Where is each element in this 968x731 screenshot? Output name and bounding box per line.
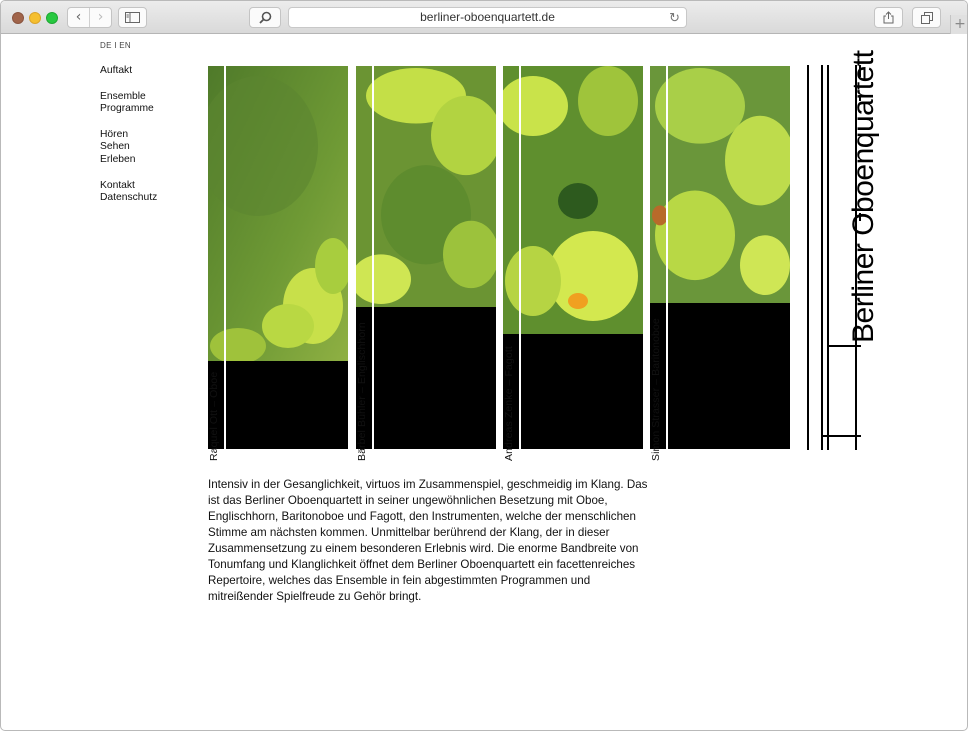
- white-stripe: [666, 66, 668, 449]
- nav-item-erleben[interactable]: Erleben: [100, 154, 157, 167]
- logo-line: [821, 65, 823, 450]
- nav-item-sehen[interactable]: Sehen: [100, 141, 157, 154]
- plant-photo: [650, 66, 790, 303]
- nav-gap: [100, 78, 157, 91]
- sidebar-icon: [125, 12, 140, 23]
- share-icon: [883, 11, 894, 24]
- plant-photo: [503, 66, 643, 334]
- member-column-fagott[interactable]: Andreas Zenke – Fagott: [503, 66, 643, 461]
- nav-item-datenschutz[interactable]: Datenschutz: [100, 192, 157, 205]
- member-label: Raquel Ott – Oboe: [208, 371, 220, 461]
- minimize-window-button[interactable]: [29, 12, 41, 24]
- member-label: Simon Strasser – Baritonoboe: [650, 318, 662, 461]
- black-panel: [208, 361, 348, 449]
- black-panel: [356, 307, 496, 449]
- tabs-icon: [920, 11, 933, 24]
- search-button[interactable]: [249, 7, 281, 28]
- share-button[interactable]: [874, 7, 903, 28]
- main-nav: Auftakt Ensemble Programme Hören Sehen E…: [100, 65, 157, 205]
- nav-item-hoeren[interactable]: Hören: [100, 129, 157, 142]
- nav-item-programme[interactable]: Programme: [100, 103, 157, 116]
- nav-item-ensemble[interactable]: Ensemble: [100, 91, 157, 104]
- nav-gap: [100, 116, 157, 129]
- member-column-oboe[interactable]: Raquel Ott – Oboe: [208, 66, 348, 461]
- url-text: berliner-oboenquartett.de: [420, 10, 555, 24]
- white-stripe: [224, 66, 226, 449]
- language-switch[interactable]: DE I EN: [100, 41, 131, 50]
- black-panel: [650, 303, 790, 449]
- back-icon[interactable]: ‹: [68, 8, 89, 27]
- member-column-englischhorn[interactable]: Bärbel Bühler – Englischhorn: [356, 66, 496, 461]
- new-tab-button[interactable]: +: [950, 15, 967, 34]
- zoom-window-button[interactable]: [46, 12, 58, 24]
- member-column-baritonoboe[interactable]: Simon Strasser – Baritonoboe: [650, 66, 790, 461]
- member-label: Bärbel Bühler – Englischhorn: [356, 322, 368, 461]
- logo-line: [807, 65, 809, 450]
- member-label: Andreas Zenke – Fagott: [503, 346, 515, 461]
- logo-text: Berliner Oboenquartett: [847, 50, 880, 343]
- search-icon: [258, 11, 271, 24]
- browser-window: ‹ › berliner-oboenquartett.de ↻ + DE I E…: [0, 0, 968, 731]
- white-stripe: [372, 66, 374, 449]
- plant-photo: [208, 66, 348, 361]
- history-nav: ‹ ›: [67, 7, 112, 28]
- nav-item-kontakt[interactable]: Kontakt: [100, 180, 157, 193]
- sidebar-toggle-button[interactable]: [118, 7, 147, 28]
- browser-toolbar: ‹ › berliner-oboenquartett.de ↻ +: [1, 1, 967, 34]
- reload-icon[interactable]: ↻: [669, 9, 680, 28]
- show-tabs-button[interactable]: [912, 7, 941, 28]
- nav-item-auftakt[interactable]: Auftakt: [100, 65, 157, 78]
- close-window-button[interactable]: [12, 12, 24, 24]
- white-stripe: [519, 66, 521, 449]
- forward-icon[interactable]: ›: [90, 8, 111, 27]
- black-panel: [503, 334, 643, 449]
- logo-line: [827, 65, 829, 450]
- address-bar[interactable]: berliner-oboenquartett.de ↻: [288, 7, 687, 28]
- nav-gap: [100, 167, 157, 180]
- intro-text: Intensiv in der Gesanglichkeit, virtuos …: [208, 478, 648, 603]
- plant-photo: [356, 66, 496, 307]
